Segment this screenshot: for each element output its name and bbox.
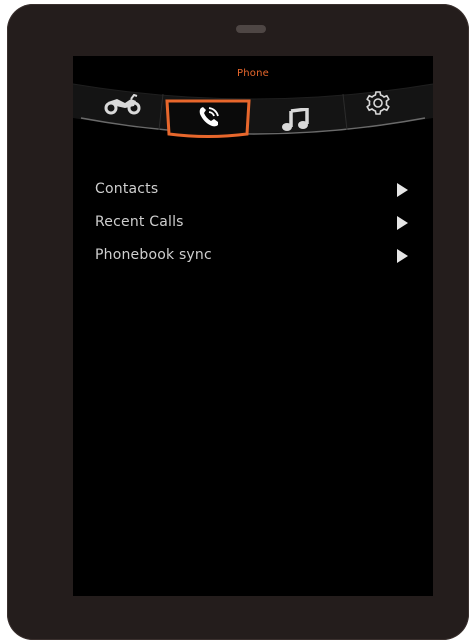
phone-menu: Contacts Recent Calls Phonebook sync (73, 176, 433, 275)
menu-item-phonebook-sync[interactable]: Phonebook sync (73, 242, 433, 275)
chevron-right-icon (397, 216, 408, 230)
menu-item-label: Contacts (95, 181, 159, 197)
menu-item-label: Phonebook sync (95, 247, 212, 263)
music-note-icon (282, 108, 309, 131)
gear-icon (366, 91, 390, 115)
menu-item-label: Recent Calls (95, 214, 184, 230)
screen: Phone Contacts Recent Calls Phonebook sy… (73, 56, 433, 596)
device-frame: Phone Contacts Recent Calls Phonebook sy… (7, 4, 469, 640)
motorcycle-icon (104, 94, 141, 115)
speaker-grille (236, 25, 266, 33)
menu-item-recent-calls[interactable]: Recent Calls (73, 209, 433, 242)
screen-title: Phone (237, 68, 269, 79)
menu-item-contacts[interactable]: Contacts (73, 176, 433, 209)
chevron-right-icon (397, 249, 408, 263)
phone-icon (199, 107, 219, 127)
chevron-right-icon (397, 183, 408, 197)
